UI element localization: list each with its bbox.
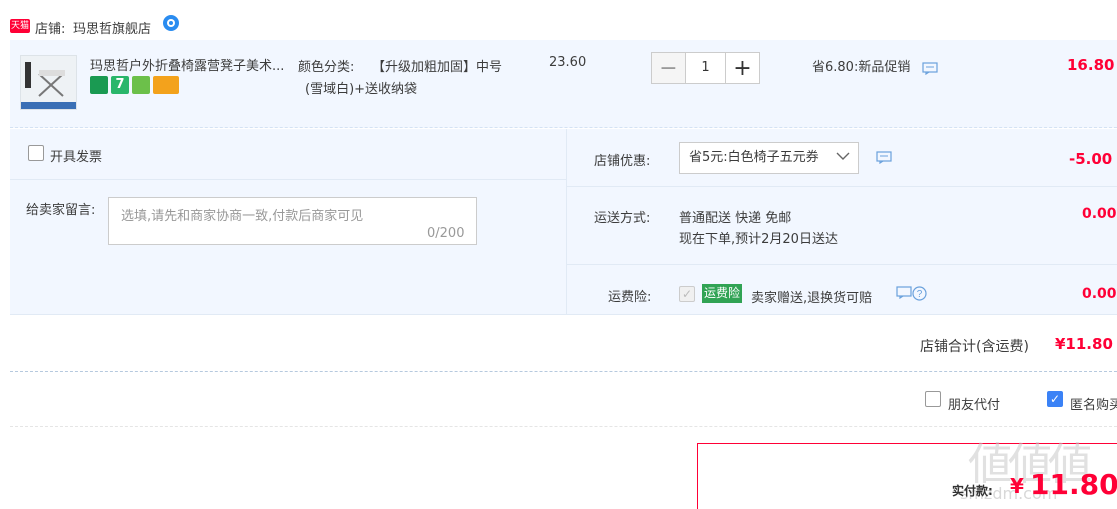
anonymous-purchase-label[interactable]: 匿名购买 — [1070, 394, 1117, 413]
actual-payment-label: 实付款: — [952, 484, 993, 498]
quantity-stepper: − 1 + — [651, 52, 760, 84]
comment-icon[interactable] — [876, 151, 892, 165]
shipping-insurance-label: 运费险: — [608, 290, 652, 305]
unit-price: 23.60 — [549, 55, 587, 70]
shop-name-link[interactable]: 玛思哲旗舰店 — [73, 18, 151, 37]
seller-message-placeholder: 选填,请先和商家协商一致,付款后商家可见 — [121, 209, 364, 224]
divider — [10, 179, 566, 180]
item-subtotal: 16.80 — [1067, 56, 1115, 74]
seven-day-return-icon: 7 — [111, 76, 129, 94]
wangwang-chat-icon[interactable] — [162, 14, 180, 32]
divider — [567, 264, 1117, 265]
divider — [567, 186, 1117, 187]
divider — [10, 426, 1117, 427]
sku-label: 颜色分类: — [298, 60, 355, 75]
new-service-icon — [90, 76, 108, 94]
invoice-label[interactable]: 开具发票 — [50, 146, 102, 165]
sku-value: 【升级加粗加固】中号 — [372, 60, 503, 75]
guarantee-icon — [132, 76, 150, 94]
shop-coupon-label: 店铺优惠: — [594, 154, 651, 169]
shop-label: 店铺: — [35, 22, 66, 37]
service-icons: 7 — [90, 76, 179, 94]
divider — [566, 129, 567, 315]
friend-pay-checkbox[interactable] — [925, 391, 941, 407]
comment-icon[interactable] — [896, 286, 912, 300]
shipping-insurance-checkbox: ✓ — [679, 286, 695, 302]
shipping-eta: 现在下单,预计2月20日送达 — [679, 232, 838, 247]
friend-pay-label[interactable]: 朋友代付 — [948, 394, 1000, 413]
svg-text:?: ? — [917, 289, 923, 300]
shop-total-amount: ¥11.80 — [1055, 335, 1113, 353]
invoice-checkbox[interactable] — [28, 145, 44, 161]
insurance-fee: 0.00 — [1082, 286, 1117, 302]
quantity-decrease-button[interactable]: − — [652, 53, 686, 83]
shipping-insurance-badge: 运费险 — [702, 284, 743, 303]
chevron-down-icon[interactable] — [836, 149, 850, 163]
shop-total-label: 店铺合计(含运费) — [920, 339, 1029, 355]
comment-icon[interactable] — [922, 62, 938, 76]
seller-message-label: 给卖家留言: — [26, 203, 96, 218]
divider — [10, 371, 1117, 372]
tmall-badge: 天猫 — [10, 19, 30, 33]
card-payment-icon — [153, 76, 179, 94]
sku-value-line2: (雪域白)+送收纳袋 — [305, 82, 418, 97]
message-char-count: 0/200 — [427, 226, 465, 241]
shipping-method-label: 运送方式: — [594, 211, 651, 226]
product-title-link[interactable]: 玛思哲户外折叠椅露营凳子美术... — [90, 55, 295, 74]
shipping-fee: 0.00 — [1082, 206, 1117, 222]
shipping-method-value: 普通配送 快递 免邮 — [679, 211, 792, 226]
coupon-discount-amount: -5.00 — [1069, 150, 1113, 168]
product-thumbnail[interactable] — [20, 55, 77, 110]
shipping-insurance-text: 卖家赠送,退换货可赔 — [751, 291, 873, 306]
quantity-increase-button[interactable]: + — [725, 53, 759, 83]
actual-payment-amount: 11.80 — [1030, 468, 1117, 501]
payment-currency: ¥ — [1010, 474, 1024, 498]
item-promotion: 省6.80:新品促销 — [812, 60, 911, 75]
quantity-input[interactable]: 1 — [686, 53, 725, 83]
help-icon[interactable]: ? — [912, 286, 927, 301]
anonymous-purchase-checkbox[interactable]: ✓ — [1047, 391, 1063, 407]
divider — [10, 314, 1117, 315]
shop-coupon-select[interactable]: 省5元:白色椅子五元券 — [679, 142, 859, 174]
